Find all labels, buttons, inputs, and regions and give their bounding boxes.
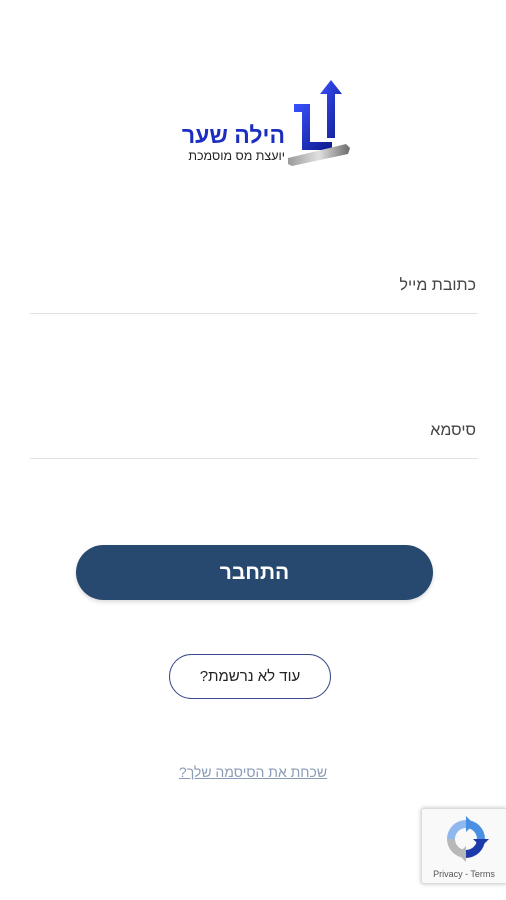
logo-subtitle: יועצת מס מוסמכת: [188, 149, 285, 163]
password-field-wrapper: [30, 411, 478, 459]
email-field[interactable]: [30, 266, 478, 306]
logo-mark-icon: [288, 80, 350, 166]
register-button[interactable]: עוד לא נרשמת?: [169, 654, 331, 699]
recaptcha-links[interactable]: Privacy - Terms: [422, 869, 506, 879]
password-field[interactable]: [30, 411, 478, 451]
recaptcha-badge[interactable]: Privacy - Terms: [421, 808, 506, 884]
recaptcha-icon: [447, 816, 489, 862]
login-button[interactable]: התחבר: [76, 545, 433, 600]
login-page: הילה שער יועצת מס מוסמכת התחבר עוד לא נר…: [0, 0, 506, 900]
logo-title: הילה שער: [181, 122, 285, 148]
email-field-wrapper: [30, 266, 478, 314]
forgot-password-link[interactable]: שכחת את הסיסמה שלך?: [150, 764, 356, 780]
logo: הילה שער יועצת מס מוסמכת: [165, 80, 350, 170]
